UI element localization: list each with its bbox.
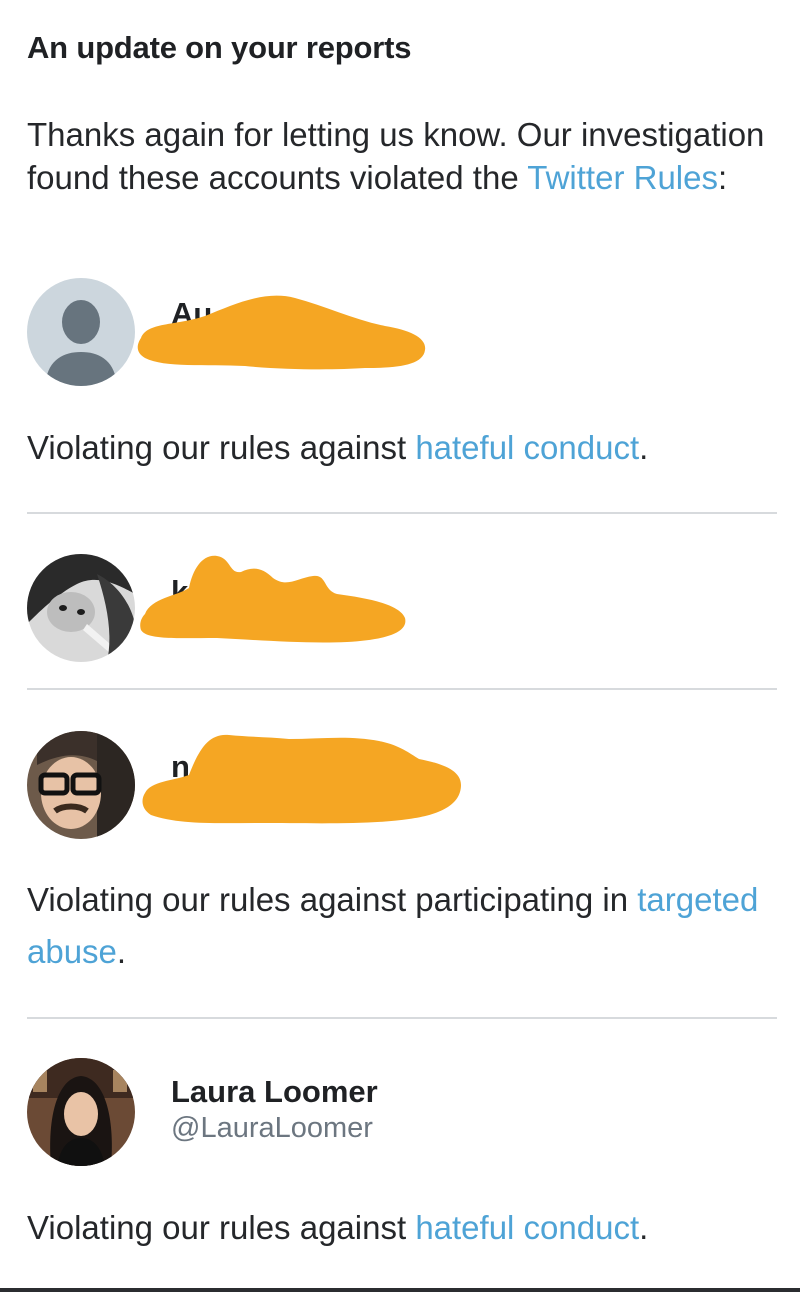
reported-account-1[interactable]: Au	[27, 278, 767, 388]
reason-suffix: .	[116, 933, 127, 970]
page-title: An update on your reports	[27, 30, 412, 65]
reason-text: Violating our rules against participatin…	[27, 881, 638, 918]
reason-suffix: .	[639, 1209, 649, 1246]
default-avatar-icon	[27, 278, 135, 386]
redaction-scribble	[142, 734, 462, 824]
avatar	[27, 554, 135, 662]
reason-suffix: .	[639, 429, 649, 466]
twitter-rules-link[interactable]: Twitter Rules	[527, 159, 718, 196]
intro-suffix: :	[717, 159, 728, 196]
divider	[27, 1017, 777, 1019]
reason-text: Violating our rules against	[27, 429, 416, 466]
reported-account-3[interactable]: n	[27, 731, 767, 841]
reported-account-4[interactable]: Laura Loomer @LauraLoomer	[27, 1058, 767, 1168]
redaction-scribble	[140, 555, 406, 643]
hateful-conduct-link[interactable]: hateful conduct	[415, 1209, 639, 1246]
account-name: Laura Loomer	[171, 1074, 378, 1109]
divider	[27, 512, 777, 514]
avatar	[27, 1058, 135, 1166]
reason-text: Violating our rules against	[27, 1209, 416, 1246]
intro-text: Thanks again for letting us know. Our in…	[27, 113, 787, 199]
account-handle: @LauraLoomer	[171, 1112, 373, 1144]
reported-account-2[interactable]: k	[27, 554, 767, 664]
violation-reason-2: Violating our rules against participatin…	[27, 874, 787, 978]
divider	[27, 688, 777, 690]
avatar	[27, 731, 135, 839]
bottom-edge	[0, 1288, 800, 1292]
redaction-scribble	[137, 295, 426, 370]
hateful-conduct-link[interactable]: hateful conduct	[415, 429, 639, 466]
violation-reason-1: Violating our rules against hateful cond…	[27, 422, 787, 474]
violation-reason-3: Violating our rules against hateful cond…	[27, 1202, 787, 1254]
